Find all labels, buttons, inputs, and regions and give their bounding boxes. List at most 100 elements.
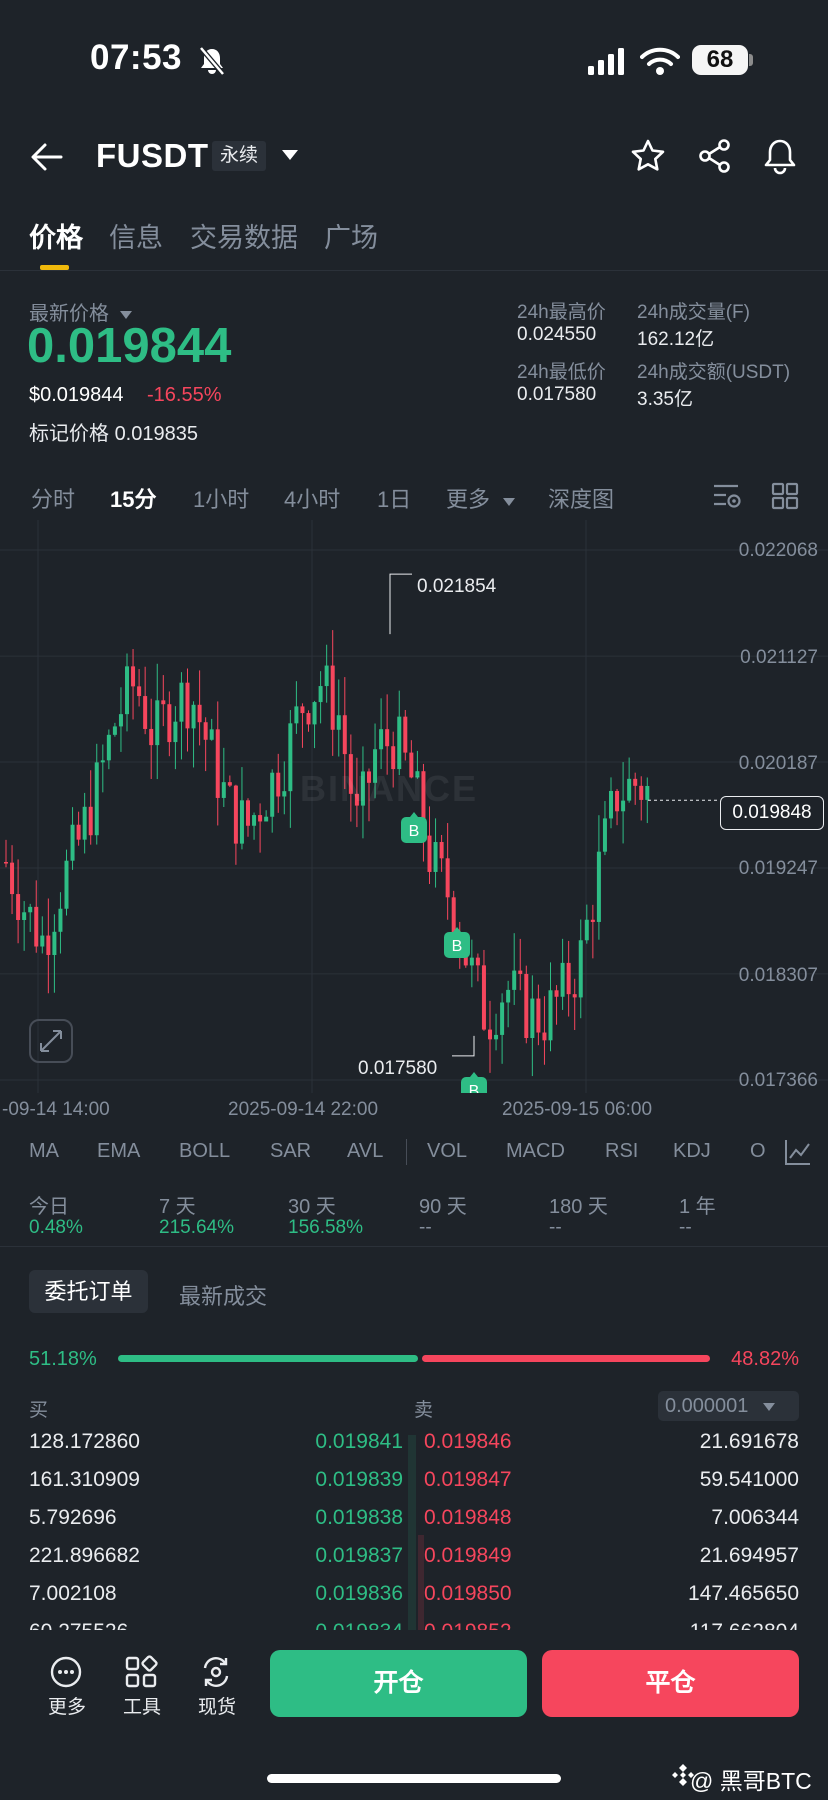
order-book-row[interactable]: 5.792696 0.019838 0.019848 7.006344 xyxy=(0,1506,828,1543)
x-tick-label: -09-14 14:00 xyxy=(2,1099,110,1120)
high-leader-line xyxy=(389,573,412,635)
divider xyxy=(0,270,828,271)
perf-label-180d: 180 天 xyxy=(549,1196,608,1218)
candle-body xyxy=(64,860,69,909)
status-time: 07:53 xyxy=(90,38,183,77)
candle-body xyxy=(161,700,166,705)
tab-trading-data[interactable]: 交易数据 xyxy=(190,216,298,255)
candle-body xyxy=(22,912,27,921)
indicator-vol[interactable]: VOL xyxy=(427,1140,467,1163)
bell-alert-icon[interactable] xyxy=(762,137,798,175)
candle-body xyxy=(149,728,154,746)
tab-square[interactable]: 广场 xyxy=(324,216,378,255)
low-leader-line xyxy=(452,1035,475,1057)
home-indicator xyxy=(267,1774,561,1783)
candle-body xyxy=(28,906,33,913)
candle-body xyxy=(270,772,275,817)
silent-bell-icon xyxy=(199,46,225,76)
timeframe-1h[interactable]: 1小时 xyxy=(193,482,249,514)
svg-text:B: B xyxy=(452,938,463,955)
candle-body xyxy=(645,785,650,800)
turnover-24h-value: 3.35亿 xyxy=(637,389,693,410)
close-position-button[interactable]: 平仓 xyxy=(542,1650,799,1717)
pair-title[interactable]: FUSDT xyxy=(96,137,209,175)
tools-icon[interactable] xyxy=(124,1655,158,1689)
svg-text:B: B xyxy=(409,823,420,840)
candle-body xyxy=(82,806,87,840)
indicator-settings-icon[interactable] xyxy=(783,1137,813,1167)
turnover-24h-label: 24h成交额(USDT) xyxy=(637,362,791,383)
perf-label-7d: 7 天 xyxy=(159,1196,196,1218)
depth-chart-tab[interactable]: 深度图 xyxy=(548,482,614,514)
candle-body xyxy=(34,906,39,947)
candle-body xyxy=(191,704,196,729)
tab-latest-trades[interactable]: 最新成交 xyxy=(179,1279,267,1311)
spot-label[interactable]: 现货 xyxy=(198,1692,236,1719)
signal-icon xyxy=(588,48,624,75)
candle-body xyxy=(203,722,208,740)
indicator-rsi[interactable]: RSI xyxy=(605,1140,638,1163)
order-book-row[interactable]: 128.172860 0.019841 0.019846 21.691678 xyxy=(0,1430,828,1467)
candle-body xyxy=(118,714,123,727)
precision-select[interactable]: 0.000001 xyxy=(658,1391,799,1421)
candle-body xyxy=(233,785,238,844)
y-tick-label: 0.020187 xyxy=(738,753,818,774)
candle-body xyxy=(609,790,613,819)
timeframe-more[interactable]: 更多 xyxy=(446,482,516,514)
perf-value-today: 0.48% xyxy=(29,1217,83,1238)
tab-order-book[interactable]: 委托订单 xyxy=(29,1270,148,1313)
tab-info[interactable]: 信息 xyxy=(109,216,163,255)
candle-body xyxy=(542,1032,547,1041)
candle-body xyxy=(481,965,486,1030)
chart-settings-icon[interactable] xyxy=(712,482,742,510)
candle-body xyxy=(288,723,293,792)
candle-body xyxy=(100,760,105,763)
candle-body xyxy=(112,726,117,735)
tools-label[interactable]: 工具 xyxy=(123,1692,161,1719)
candle-body xyxy=(131,666,136,687)
open-position-button[interactable]: 开仓 xyxy=(270,1650,527,1717)
timeframe-4h[interactable]: 4小时 xyxy=(284,482,340,514)
pair-dropdown-icon[interactable] xyxy=(280,148,300,162)
candle-body xyxy=(554,990,559,997)
candle-body xyxy=(258,815,263,822)
timeframe-15m[interactable]: 15分 xyxy=(110,482,156,514)
back-arrow-icon[interactable] xyxy=(29,139,65,175)
candle-body xyxy=(342,715,347,755)
order-book-row[interactable]: 221.896682 0.019837 0.019849 21.694957 xyxy=(0,1544,828,1581)
indicator-macd[interactable]: MACD xyxy=(506,1140,565,1163)
indicator-avl[interactable]: AVL xyxy=(347,1140,383,1163)
candle-body xyxy=(185,682,190,729)
candle-body xyxy=(209,729,214,740)
indicator-ema[interactable]: EMA xyxy=(97,1140,140,1163)
indicator-sar[interactable]: SAR xyxy=(270,1140,311,1163)
indicator-ma[interactable]: MA xyxy=(29,1140,59,1163)
candle-body xyxy=(324,665,329,687)
indicator-more[interactable]: O xyxy=(750,1140,766,1163)
indicator-boll[interactable]: BOLL xyxy=(179,1140,230,1163)
volume-24h-value: 162.12亿 xyxy=(637,329,715,350)
bid-column-header: 买 xyxy=(29,1400,49,1421)
candle-body xyxy=(560,962,565,997)
order-book-row[interactable]: 7.002108 0.019836 0.019850 147.465650 xyxy=(0,1582,828,1619)
candle-body xyxy=(300,706,305,714)
indicator-kdj[interactable]: KDJ xyxy=(673,1140,711,1163)
timeframe-1d[interactable]: 1日 xyxy=(377,482,411,514)
expand-chart-button[interactable] xyxy=(29,1019,73,1063)
more-label[interactable]: 更多 xyxy=(48,1692,86,1719)
star-favorite-icon[interactable] xyxy=(630,138,666,174)
candle-body xyxy=(336,715,341,730)
timeframe-time[interactable]: 分时 xyxy=(31,482,75,514)
order-book-row[interactable]: 161.310909 0.019839 0.019847 59.541000 xyxy=(0,1468,828,1505)
spot-icon[interactable] xyxy=(199,1655,233,1689)
share-icon[interactable] xyxy=(697,138,733,174)
perf-value-90d: -- xyxy=(419,1217,432,1238)
candle-body xyxy=(500,1002,505,1035)
layout-grid-icon[interactable] xyxy=(771,482,799,510)
perf-label-90d: 90 天 xyxy=(419,1196,467,1218)
candle-body xyxy=(167,704,172,743)
tab-price[interactable]: 价格 xyxy=(29,216,83,255)
order-book-row[interactable]: 60.2755260.019834 0.019852117.662804 xyxy=(0,1620,828,1630)
candle-body xyxy=(312,702,317,725)
more-icon[interactable] xyxy=(49,1655,83,1689)
